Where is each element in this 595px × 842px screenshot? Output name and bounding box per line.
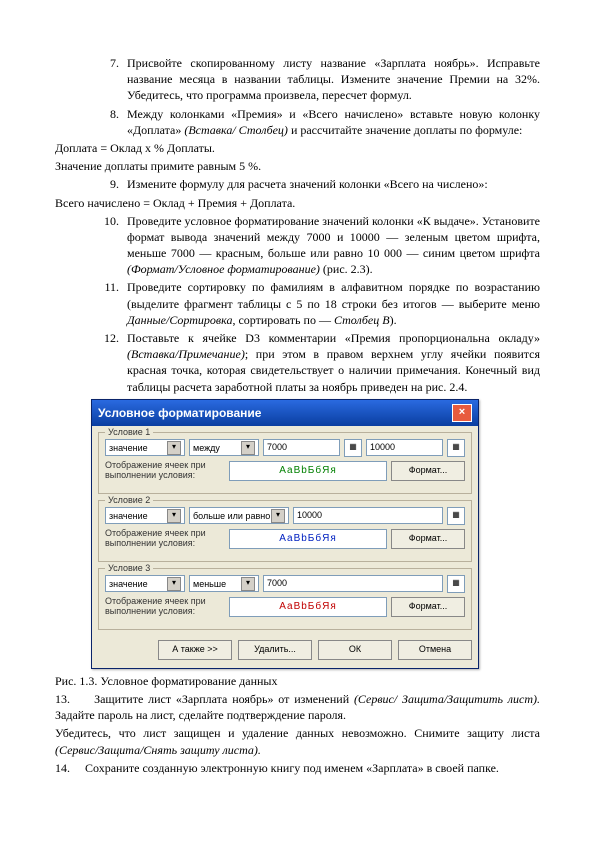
combo-op-1[interactable]: между ▾ [189, 439, 259, 456]
format-button-3[interactable]: Формат... [391, 597, 465, 617]
body-7: Присвойте скопированному листу название … [127, 55, 540, 104]
condition-1: Условие 1 значение▾ между▾ 7000 ▦ 10000 … [98, 432, 472, 494]
num-9: 9. [91, 176, 127, 192]
combo-type-3[interactable]: значение ▾ [105, 575, 185, 592]
section-label-2: Условие 2 [105, 494, 153, 506]
picker-icon[interactable]: ▦ [447, 507, 465, 525]
combo-text: меньше [193, 578, 226, 590]
item-14: 14. Сохраните созданную электронную книг… [55, 760, 540, 776]
text: Убедитесь, что лист защищен и удаление д… [55, 726, 540, 740]
p-value: Значение доплаты примите равным 5 %. [55, 158, 540, 174]
combo-text: значение [109, 510, 148, 522]
body-9: Измените формулу для расчета значений ко… [127, 176, 540, 192]
p-vsego: Всего начислено = Оклад + Премия + Допла… [55, 195, 540, 211]
italic: (Сервис/Защита/Снять защиту листа). [55, 743, 261, 757]
dialog-conditional-formatting: Условное форматирование × Условие 1 знач… [91, 399, 479, 669]
italic: (Вставка/Примечание) [127, 347, 245, 361]
item-12: 12. Поставьте к ячейке D3 комментарии «П… [55, 330, 540, 395]
text: ). [390, 313, 397, 327]
preview-label-1: Отображение ячеек при выполнении условия… [105, 461, 225, 481]
body-11: Проведите сортировку по фамилиям в алфав… [127, 279, 540, 328]
chevron-down-icon: ▾ [167, 577, 181, 591]
num-8: 8. [91, 106, 127, 138]
item-13: 13. Защитите лист «Зарплата ноябрь» от и… [55, 691, 540, 723]
combo-text: значение [109, 578, 148, 590]
italic: (Формат/Условное форматирование) [127, 262, 320, 276]
section-label-3: Условие 3 [105, 562, 153, 574]
text: Задайте пароль на лист, сделайте подтвер… [55, 708, 346, 722]
preview-label-3: Отображение ячеек при выполнении условия… [105, 597, 225, 617]
preview-1: АаВbБбЯя [229, 461, 387, 481]
combo-op-2[interactable]: больше или равно▾ [189, 507, 289, 524]
num-10: 10. [91, 213, 127, 278]
input-v1-3[interactable]: 7000 [263, 575, 443, 592]
text: Проведите условное форматирование значен… [127, 214, 540, 260]
item-7: 7. Присвойте скопированному листу назван… [55, 55, 540, 104]
input-v2-1[interactable]: 10000 [366, 439, 443, 456]
combo-text: больше или равно [193, 510, 270, 522]
text: (рис. 2.3). [320, 262, 373, 276]
chevron-down-icon: ▾ [241, 577, 255, 591]
p-check: Убедитесь, что лист защищен и удаление д… [55, 725, 540, 757]
item-11: 11. Проведите сортировку по фамилиям в а… [55, 279, 540, 328]
section-label-1: Условие 1 [105, 426, 153, 438]
combo-text: между [193, 442, 220, 454]
combo-op-3[interactable]: меньше ▾ [189, 575, 259, 592]
num-11: 11. [91, 279, 127, 328]
picker-icon[interactable]: ▦ [447, 439, 465, 457]
chevron-down-icon: ▾ [167, 441, 181, 455]
close-icon[interactable]: × [452, 404, 472, 422]
input-v1-1[interactable]: 7000 [263, 439, 340, 456]
chevron-down-icon: ▾ [271, 509, 285, 523]
text: Защитите лист «Зарплата ноябрь» от измен… [94, 692, 354, 706]
text: Проведите сортировку по фамилиям в алфав… [127, 280, 540, 310]
text: и рассчитайте значение доплаты по формул… [288, 123, 522, 137]
text: Поставьте к ячейке D3 комментарии «Преми… [127, 331, 540, 345]
italic: Столбец В [334, 313, 390, 327]
figure-caption: Рис. 1.3. Условное форматирование данных [55, 673, 540, 689]
num-12: 12. [91, 330, 127, 395]
format-button-2[interactable]: Формат... [391, 529, 465, 549]
p-doplata: Доплата = Оклад х % Доплаты. [55, 140, 540, 156]
picker-icon[interactable]: ▦ [344, 439, 362, 457]
combo-type-2[interactable]: значение ▾ [105, 507, 185, 524]
format-button-1[interactable]: Формат... [391, 461, 465, 481]
delete-button[interactable]: Удалить... [238, 640, 312, 660]
add-button[interactable]: А также >> [158, 640, 232, 660]
combo-text: значение [109, 442, 148, 454]
chevron-down-icon: ▾ [167, 509, 181, 523]
body-10: Проведите условное форматирование значен… [127, 213, 540, 278]
italic: (Сервис/ Защита/Защитить лист). [354, 692, 540, 706]
body-8: Между колонками «Премия» и «Всего начисл… [127, 106, 540, 138]
chevron-down-icon: ▾ [241, 441, 255, 455]
num-7: 7. [91, 55, 127, 104]
body-12: Поставьте к ячейке D3 комментарии «Преми… [127, 330, 540, 395]
input-v1-2[interactable]: 10000 [293, 507, 443, 524]
condition-3: Условие 3 значение▾ меньше▾ 7000 ▦ Отобр… [98, 568, 472, 630]
titlebar[interactable]: Условное форматирование × [92, 400, 478, 426]
italic: (Вставка/ Столбец) [184, 123, 288, 137]
item-9: 9. Измените формулу для расчета значений… [55, 176, 540, 192]
combo-type-1[interactable]: значение ▾ [105, 439, 185, 456]
num-14: 14. [55, 761, 70, 775]
item-8: 8. Между колонками «Премия» и «Всего нач… [55, 106, 540, 138]
picker-icon[interactable]: ▦ [447, 575, 465, 593]
preview-label-2: Отображение ячеек при выполнении условия… [105, 529, 225, 549]
preview-3: АаВbБбЯя [229, 597, 387, 617]
cancel-button[interactable]: Отмена [398, 640, 472, 660]
dialog-title: Условное форматирование [98, 405, 261, 421]
item-10: 10. Проведите условное форматирование зн… [55, 213, 540, 278]
num-13: 13. [55, 692, 70, 706]
text: , сортировать по — [232, 313, 334, 327]
dialog-buttons: А также >> Удалить... ОК Отмена [92, 636, 478, 668]
text: Сохраните созданную электронную книгу по… [85, 761, 499, 775]
condition-2: Условие 2 значение▾ больше или равно▾ 10… [98, 500, 472, 562]
ok-button[interactable]: ОК [318, 640, 392, 660]
italic: Данные/Сортировка [127, 313, 232, 327]
preview-2: АаВbБбЯя [229, 529, 387, 549]
